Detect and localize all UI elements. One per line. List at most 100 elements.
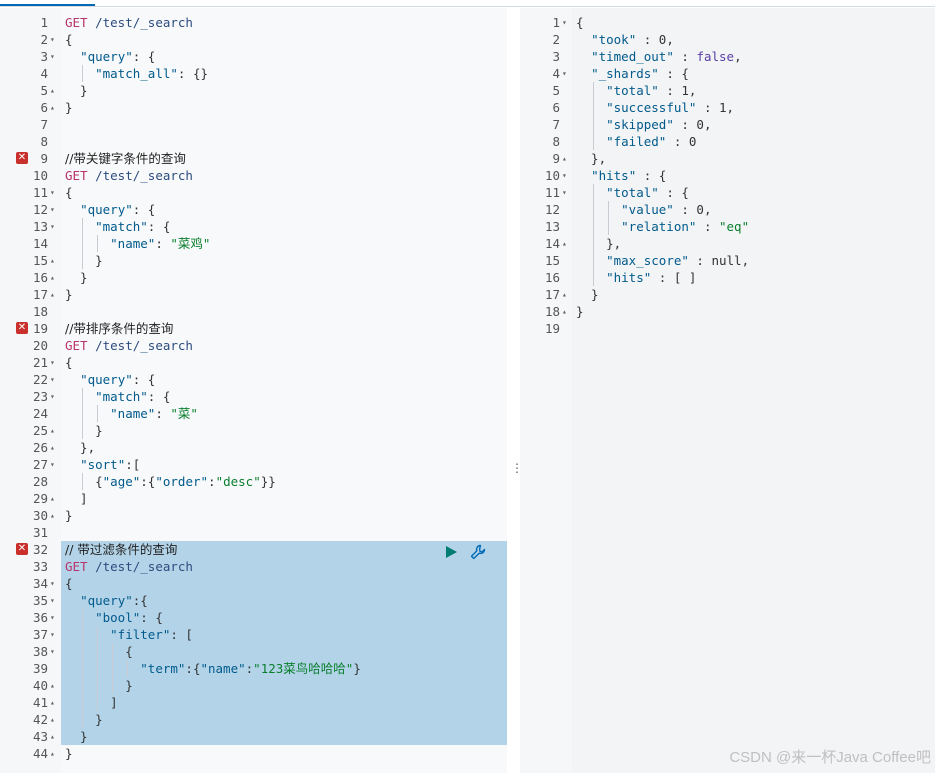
code-text[interactable]: } [65, 269, 88, 286]
code-text[interactable]: "query":{ [65, 592, 148, 609]
code-text[interactable]: }, [65, 439, 95, 456]
code-line[interactable]: 27 ▾ "sort":[ [0, 456, 507, 473]
code-line[interactable]: 39 "term":{"name":"123菜鸟哈哈哈"} [0, 660, 507, 677]
code-line[interactable]: 3 ▾ "query": { [0, 48, 507, 65]
code-line[interactable]: 25 ▴ } [0, 422, 507, 439]
code-line[interactable]: 6 ▴} [0, 99, 507, 116]
fold-collapse-icon[interactable]: ▾ [50, 48, 55, 65]
fold-collapse-icon[interactable]: ▾ [50, 201, 55, 218]
fold-collapse-icon[interactable]: ▾ [50, 31, 55, 48]
code-text[interactable]: "query": { [65, 201, 155, 218]
code-line[interactable]: 34 ▾ { [0, 575, 507, 592]
code-line[interactable]: 30 ▴} [0, 507, 507, 524]
code-line[interactable]: 11 ▾ { [0, 184, 507, 201]
code-text[interactable]: //带关键字条件的查询 [65, 150, 186, 167]
fold-collapse-icon[interactable]: ▾ [562, 167, 567, 184]
fold-collapse-icon[interactable]: ▾ [50, 388, 55, 405]
code-line[interactable]: 31 [0, 524, 507, 541]
code-line[interactable]: 2 ▾ { [0, 31, 507, 48]
fold-collapse-icon[interactable]: ▾ [50, 643, 55, 660]
fold-expand-icon[interactable]: ▴ [50, 490, 55, 507]
fold-expand-icon[interactable]: ▴ [50, 422, 55, 439]
code-text[interactable]: } [65, 728, 88, 745]
code-line[interactable]: 41 ▴ ] [0, 694, 507, 711]
code-line[interactable]: 44 ▴} [0, 745, 507, 762]
fold-expand-icon[interactable]: ▴ [562, 286, 567, 303]
code-line[interactable]: 43 ▴ } [0, 728, 507, 745]
code-text[interactable]: } [65, 711, 103, 728]
play-icon[interactable] [446, 546, 457, 558]
code-line[interactable]: 26 ▴ }, [0, 439, 507, 456]
fold-expand-icon[interactable]: ▴ [50, 286, 55, 303]
code-text[interactable]: } [65, 422, 103, 439]
code-text[interactable]: "name": "菜" [65, 405, 198, 422]
code-text[interactable]: GET /test/_search [65, 558, 193, 575]
request-code-lines[interactable]: 1 GET /test/_search 2 ▾{3 ▾ "query": {4 "mat… [0, 14, 507, 762]
code-text[interactable]: "match": { [65, 218, 170, 235]
fold-expand-icon[interactable]: ▴ [50, 728, 55, 745]
code-text[interactable]: } [65, 507, 73, 524]
code-text[interactable]: "query": { [65, 48, 155, 65]
code-line[interactable]: 1 GET /test/_search [0, 14, 507, 31]
code-text[interactable]: } [65, 82, 88, 99]
code-text[interactable]: } [65, 252, 103, 269]
fold-expand-icon[interactable]: ▴ [50, 677, 55, 694]
fold-expand-icon[interactable]: ▴ [50, 439, 55, 456]
request-editor[interactable]: 1 GET /test/_search 2 ▾{3 ▾ "query": {4 "mat… [0, 8, 507, 773]
code-line[interactable]: 28 {"age":{"order":"desc"}} [0, 473, 507, 490]
fold-collapse-icon[interactable]: ▾ [50, 184, 55, 201]
code-text[interactable]: GET /test/_search [65, 167, 193, 184]
fold-expand-icon[interactable]: ▴ [50, 694, 55, 711]
fold-expand-icon[interactable]: ▴ [50, 99, 55, 116]
code-line[interactable]: ✕ 32// 带过滤条件的查询 [0, 541, 507, 558]
code-text[interactable]: { [65, 575, 73, 592]
code-text[interactable]: // 带过滤条件的查询 [65, 541, 177, 558]
code-line[interactable]: 4 "match_all": {} [0, 65, 507, 82]
code-text[interactable]: ] [65, 694, 118, 711]
code-text[interactable]: ] [65, 490, 88, 507]
code-line[interactable]: 15 ▴ } [0, 252, 507, 269]
code-text[interactable]: "sort":[ [65, 456, 140, 473]
code-text[interactable]: "query": { [65, 371, 155, 388]
code-text[interactable]: { [65, 354, 73, 371]
code-line[interactable]: 38 ▾ { [0, 643, 507, 660]
fold-collapse-icon[interactable]: ▾ [50, 592, 55, 609]
fold-collapse-icon[interactable]: ▾ [562, 14, 567, 31]
fold-expand-icon[interactable]: ▴ [562, 303, 567, 320]
code-line[interactable]: 5 ▴ } [0, 82, 507, 99]
code-line[interactable]: 13 ▾ "match": { [0, 218, 507, 235]
code-line[interactable]: 10 GET /test/_search [0, 167, 507, 184]
code-text[interactable]: "bool": { [65, 609, 163, 626]
wrench-icon[interactable] [470, 544, 486, 560]
fold-expand-icon[interactable]: ▴ [50, 82, 55, 99]
code-text[interactable]: "name": "菜鸡" [65, 235, 210, 252]
code-line[interactable]: 7 [0, 116, 507, 133]
fold-expand-icon[interactable]: ▴ [50, 745, 55, 762]
fold-expand-icon[interactable]: ▴ [50, 252, 55, 269]
fold-collapse-icon[interactable]: ▾ [50, 218, 55, 235]
code-line[interactable]: 42 ▴ } [0, 711, 507, 728]
code-line[interactable]: 20 GET /test/_search [0, 337, 507, 354]
code-text[interactable]: //带排序条件的查询 [65, 320, 173, 337]
fold-collapse-icon[interactable]: ▾ [50, 456, 55, 473]
code-text[interactable]: { [65, 184, 73, 201]
code-text[interactable]: } [65, 99, 73, 116]
fold-expand-icon[interactable]: ▴ [50, 711, 55, 728]
fold-expand-icon[interactable]: ▴ [562, 235, 567, 252]
code-text[interactable]: GET /test/_search [65, 337, 193, 354]
fold-collapse-icon[interactable]: ▾ [562, 184, 567, 201]
fold-collapse-icon[interactable]: ▾ [50, 354, 55, 371]
code-text[interactable]: "match": { [65, 388, 170, 405]
code-line[interactable]: 8 [0, 133, 507, 150]
fold-expand-icon[interactable]: ▴ [562, 150, 567, 167]
pane-resize-handle[interactable]: ⋮ [511, 462, 523, 474]
fold-collapse-icon[interactable]: ▾ [50, 609, 55, 626]
fold-collapse-icon[interactable]: ▾ [50, 575, 55, 592]
fold-collapse-icon[interactable]: ▾ [50, 371, 55, 388]
code-text[interactable]: } [65, 745, 73, 762]
code-line[interactable]: 35 ▾ "query":{ [0, 592, 507, 609]
code-text[interactable]: "match_all": {} [65, 65, 208, 82]
code-line[interactable]: 24 "name": "菜" [0, 405, 507, 422]
code-text[interactable]: GET /test/_search [65, 14, 193, 31]
code-line[interactable]: 33 GET /test/_search [0, 558, 507, 575]
